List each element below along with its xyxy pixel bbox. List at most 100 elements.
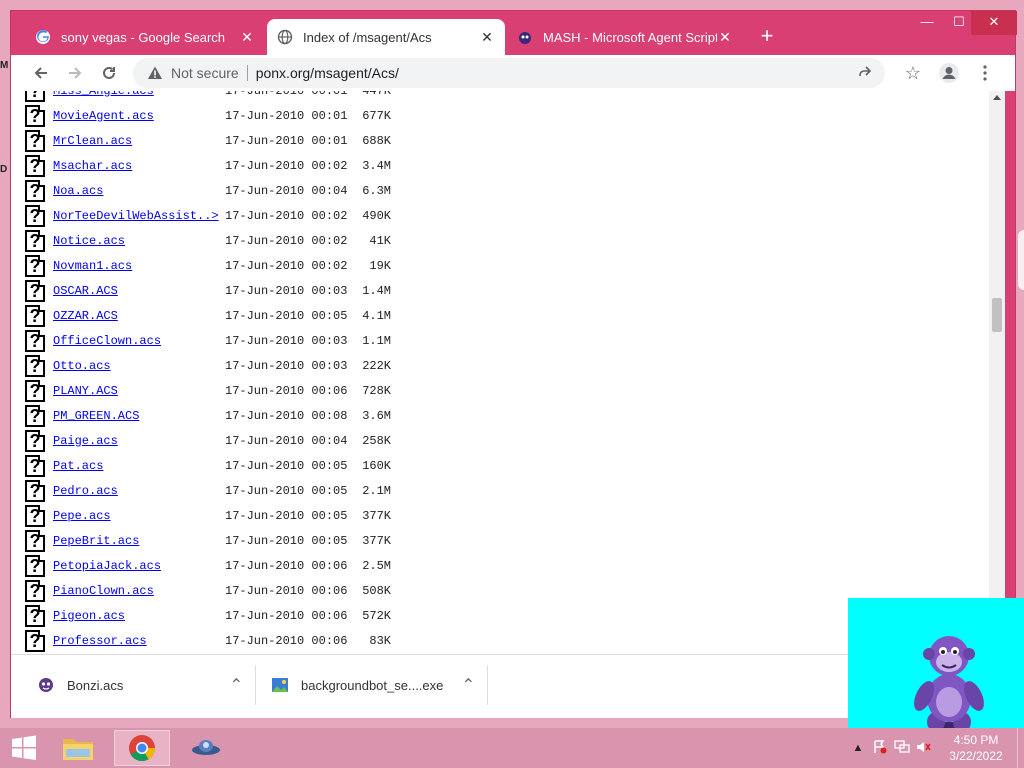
- unknown-file-icon[interactable]: ?: [25, 129, 45, 152]
- vertical-scrollbar[interactable]: [989, 91, 1005, 654]
- file-link[interactable]: OSCAR.ACS: [53, 284, 225, 298]
- unknown-file-icon[interactable]: ?: [25, 329, 45, 352]
- download-filename: backgroundbot_se....exe: [301, 677, 444, 693]
- profile-avatar[interactable]: [929, 57, 969, 89]
- forward-button[interactable]: [59, 57, 91, 89]
- unknown-file-icon[interactable]: ?: [25, 579, 45, 602]
- unknown-file-icon[interactable]: ?: [25, 229, 45, 252]
- unknown-file-icon[interactable]: ?: [25, 154, 45, 177]
- file-link[interactable]: MrClean.acs: [53, 134, 225, 148]
- file-link[interactable]: PetopiaJack.acs: [53, 559, 225, 573]
- back-button[interactable]: [25, 57, 57, 89]
- scroll-up-arrow-icon[interactable]: [993, 95, 1001, 100]
- unknown-file-icon[interactable]: ?: [25, 529, 45, 552]
- unknown-file-icon[interactable]: ?: [25, 429, 45, 452]
- download-item[interactable]: backgroundbot_se....exe ⌃: [271, 655, 487, 715]
- clock[interactable]: 4:50 PM 3/22/2022: [935, 732, 1017, 764]
- tab-mash[interactable]: MASH - Microsoft Agent Scriptin ✕: [507, 19, 743, 55]
- unknown-file-icon[interactable]: ?: [25, 404, 45, 427]
- bonzi-gorilla-icon[interactable]: [906, 632, 992, 736]
- close-icon[interactable]: ✕: [717, 29, 733, 46]
- file-link[interactable]: MovieAgent.acs: [53, 109, 225, 123]
- network-icon[interactable]: [891, 739, 913, 757]
- arrow-left-icon: [34, 67, 47, 79]
- unknown-file-icon[interactable]: ?: [25, 254, 45, 277]
- show-desktop-button[interactable]: [1017, 728, 1024, 768]
- file-link[interactable]: Notice.acs: [53, 234, 225, 248]
- file-link[interactable]: Otto.acs: [53, 359, 225, 373]
- file-row: ? OSCAR.ACS 17-Jun-2010 00:03 1.4M: [25, 278, 391, 303]
- file-link[interactable]: PepeBrit.acs: [53, 534, 225, 548]
- tab-title: sony vegas - Google Search: [61, 29, 226, 45]
- unknown-file-icon[interactable]: ?: [25, 479, 45, 502]
- file-size: 1.1M: [362, 333, 391, 348]
- close-icon[interactable]: ✕: [479, 29, 495, 46]
- file-link[interactable]: PianoClown.acs: [53, 584, 225, 598]
- unknown-file-icon[interactable]: ?: [25, 629, 45, 652]
- flag-alert-icon[interactable]: [869, 739, 891, 757]
- chevron-up-icon[interactable]: ⌃: [462, 675, 475, 695]
- unknown-file-icon[interactable]: ?: [25, 279, 45, 302]
- unknown-file-icon[interactable]: ?: [25, 104, 45, 127]
- show-hidden-icons-chevron-icon[interactable]: ▲: [847, 742, 869, 754]
- file-link[interactable]: Professor.acs: [53, 634, 225, 648]
- chrome-taskbar-button[interactable]: [114, 730, 170, 766]
- unknown-file-icon[interactable]: ?: [25, 554, 45, 577]
- not-secure-label[interactable]: Not secure: [171, 65, 239, 81]
- download-item[interactable]: Bonzi.acs ⌃: [37, 655, 255, 715]
- scrollbar-thumb[interactable]: [992, 298, 1002, 332]
- file-link[interactable]: Miss_Angie.acs: [53, 91, 225, 98]
- new-tab-button[interactable]: +: [755, 25, 779, 49]
- file-size: 6.3M: [362, 183, 391, 198]
- file-link[interactable]: Noa.acs: [53, 184, 225, 198]
- unknown-file-icon[interactable]: ?: [25, 454, 45, 477]
- url-text[interactable]: ponx.org/msagent/Acs/: [256, 65, 399, 81]
- star-icon[interactable]: ☆: [897, 57, 929, 89]
- unknown-file-icon[interactable]: ?: [25, 204, 45, 227]
- file-link[interactable]: Pedro.acs: [53, 484, 225, 498]
- unknown-file-icon[interactable]: ?: [25, 379, 45, 402]
- minimize-button[interactable]: —: [911, 11, 943, 35]
- divider: [255, 665, 256, 705]
- file-link[interactable]: PLANY.ACS: [53, 384, 225, 398]
- tab-google-search[interactable]: sony vegas - Google Search ✕: [25, 19, 265, 55]
- file-link[interactable]: Msachar.acs: [53, 159, 225, 173]
- share-icon[interactable]: [857, 64, 873, 80]
- file-size: 4.1M: [362, 308, 391, 323]
- file-row: ? Novman1.acs 17-Jun-2010 00:02 19K: [25, 253, 391, 278]
- start-button[interactable]: [0, 728, 48, 768]
- unknown-file-icon[interactable]: ?: [25, 91, 45, 102]
- file-link[interactable]: Pat.acs: [53, 459, 225, 473]
- file-link[interactable]: Pepe.acs: [53, 509, 225, 523]
- clock-date: 3/22/2022: [949, 749, 1003, 763]
- window-close-button[interactable]: ✕: [971, 11, 1017, 35]
- unknown-file-icon[interactable]: ?: [25, 354, 45, 377]
- menu-kebab-icon[interactable]: [969, 57, 1001, 89]
- unknown-file-icon[interactable]: ?: [25, 304, 45, 327]
- ufo-icon: [192, 740, 220, 755]
- close-icon[interactable]: ✕: [239, 29, 255, 46]
- file-link[interactable]: Paige.acs: [53, 434, 225, 448]
- file-link[interactable]: Novman1.acs: [53, 259, 225, 273]
- chevron-up-icon[interactable]: ⌃: [230, 675, 243, 695]
- file-row: ? Pepe.acs 17-Jun-2010 00:05 377K: [25, 503, 391, 528]
- file-date: 17-Jun-2010 00:05: [225, 483, 348, 498]
- file-size: 160K: [362, 458, 391, 473]
- tab-index-msagent[interactable]: Index of /msagent/Acs ✕: [267, 19, 505, 55]
- file-explorer-button[interactable]: [50, 730, 106, 766]
- reload-button[interactable]: [93, 57, 125, 89]
- file-row: ? Pigeon.acs 17-Jun-2010 00:06 572K: [25, 603, 391, 628]
- volume-muted-icon[interactable]: [913, 740, 935, 757]
- unknown-file-icon[interactable]: ?: [25, 504, 45, 527]
- file-date: 17-Jun-2010 00:03: [225, 333, 348, 348]
- file-link[interactable]: PM_GREEN.ACS: [53, 409, 225, 423]
- unknown-file-icon[interactable]: ?: [25, 604, 45, 627]
- file-link[interactable]: NorTeeDevilWebAssist..>: [53, 209, 225, 223]
- file-link[interactable]: OZZAR.ACS: [53, 309, 225, 323]
- file-link[interactable]: OfficeClown.acs: [53, 334, 225, 348]
- file-row: ? Professor.acs 17-Jun-2010 00:06 83K: [25, 628, 391, 653]
- unknown-file-icon[interactable]: ?: [25, 179, 45, 202]
- file-link[interactable]: Pigeon.acs: [53, 609, 225, 623]
- agent-app-taskbar-button[interactable]: [178, 730, 234, 766]
- address-bar[interactable]: Not secure ponx.org/msagent/Acs/: [133, 58, 885, 88]
